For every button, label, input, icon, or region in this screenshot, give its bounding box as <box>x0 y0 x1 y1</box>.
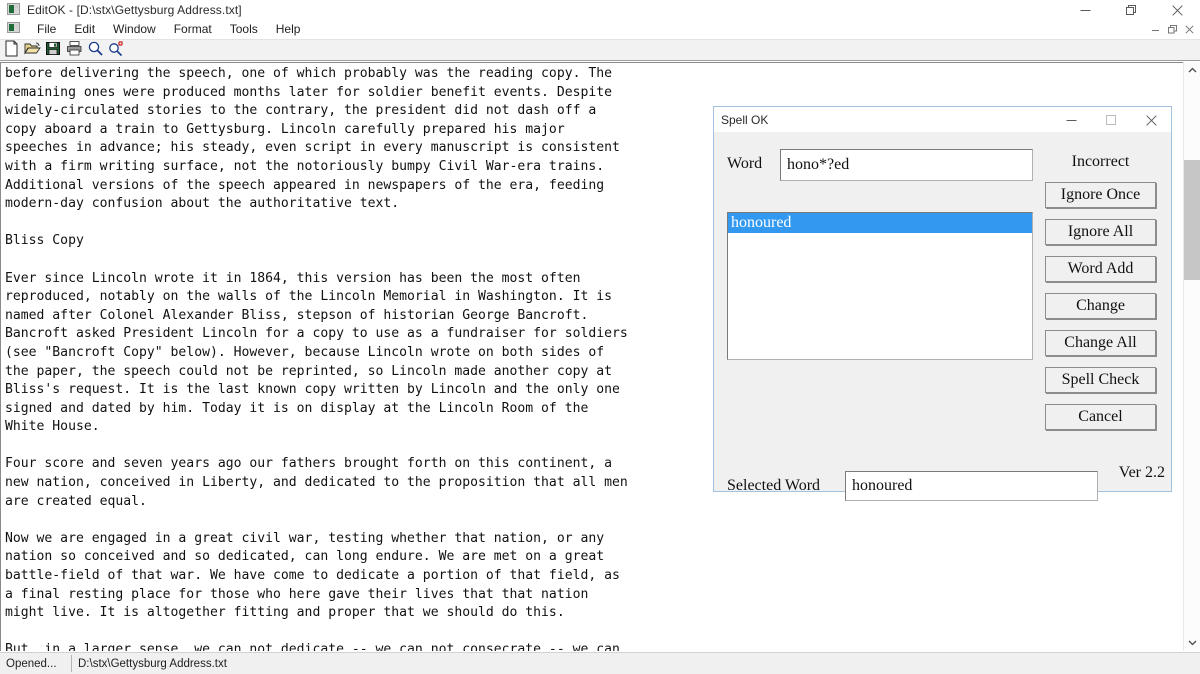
dialog-minimize-button[interactable] <box>1051 107 1091 133</box>
selected-word-input-value: honoured <box>852 477 913 494</box>
suggestions-listbox[interactable]: honoured <box>727 212 1033 360</box>
menu-bar: File Edit Window Format Tools Help <box>0 20 1200 38</box>
menu-item-help[interactable]: Help <box>267 21 310 38</box>
open-file-icon <box>24 40 41 60</box>
mdi-document-icon <box>7 22 20 36</box>
selected-word-label: Selected Word <box>727 477 821 494</box>
version-label: Ver 2.2 <box>1118 464 1165 481</box>
menu-item-format[interactable]: Format <box>165 21 221 38</box>
mdi-restore-button[interactable] <box>1164 21 1181 37</box>
dialog-window-controls <box>1051 107 1171 133</box>
new-file-button[interactable] <box>1 40 22 61</box>
find-replace-icon <box>108 40 125 60</box>
application-window: EditOK - [D:\stx\Gettysburg Address.txt] <box>0 0 1200 674</box>
vertical-scrollbar[interactable] <box>1183 62 1200 651</box>
word-add-button[interactable]: Word Add <box>1045 256 1156 282</box>
word-input-value: hono*?ed <box>787 156 850 173</box>
find-icon <box>87 40 104 60</box>
scroll-up-arrow-icon[interactable] <box>1184 62 1200 79</box>
word-label: Word <box>727 155 763 172</box>
ignore-all-button[interactable]: Ignore All <box>1045 219 1156 245</box>
dialog-restore-button[interactable] <box>1091 107 1131 133</box>
ignore-once-button[interactable]: Ignore Once <box>1045 182 1156 208</box>
dialog-title: Spell OK <box>721 112 769 127</box>
restore-button[interactable] <box>1108 0 1154 20</box>
new-file-icon <box>3 40 20 60</box>
print-button[interactable] <box>64 40 85 61</box>
find-replace-button[interactable] <box>106 40 127 61</box>
find-button[interactable] <box>85 40 106 61</box>
change-button[interactable]: Change <box>1045 293 1156 319</box>
close-button[interactable] <box>1154 0 1200 20</box>
print-icon <box>66 40 83 60</box>
status-filepath: D:\stx\Gettysburg Address.txt <box>78 657 227 670</box>
spell-status-label: Incorrect <box>1071 153 1130 170</box>
menu-item-tools[interactable]: Tools <box>221 21 267 38</box>
menu-item-file[interactable]: File <box>28 21 65 38</box>
word-input[interactable]: hono*?ed <box>780 149 1033 181</box>
document-text-before: before delivering the speech, one of whi… <box>5 66 628 651</box>
window-controls <box>1062 0 1200 20</box>
dialog-body: Word hono*?ed honoured Incorrect Ignore … <box>714 133 1171 501</box>
selected-word-input[interactable]: honoured <box>845 471 1098 501</box>
toolbar <box>0 39 1200 61</box>
title-bar: EditOK - [D:\stx\Gettysburg Address.txt] <box>0 0 1200 20</box>
status-message: Opened... <box>0 655 72 672</box>
menu-item-window[interactable]: Window <box>104 21 165 38</box>
app-document-icon <box>7 2 20 18</box>
minimize-button[interactable] <box>1062 0 1108 20</box>
mdi-minimize-button[interactable] <box>1147 21 1164 37</box>
save-file-icon <box>45 40 62 60</box>
mdi-close-button[interactable] <box>1181 21 1198 37</box>
dialog-title-bar: Spell OK <box>714 107 1171 133</box>
status-bar: Opened... D:\stx\Gettysburg Address.txt <box>0 652 1200 674</box>
spell-check-button[interactable]: Spell Check <box>1045 367 1156 393</box>
open-file-button[interactable] <box>22 40 43 61</box>
cancel-button[interactable]: Cancel <box>1045 404 1156 430</box>
mdi-child-controls <box>1147 21 1198 37</box>
dialog-close-button[interactable] <box>1131 107 1171 133</box>
scrollbar-thumb[interactable] <box>1184 160 1200 280</box>
scroll-down-arrow-icon[interactable] <box>1184 634 1200 651</box>
list-item[interactable]: honoured <box>728 213 1032 233</box>
save-file-button[interactable] <box>43 40 64 61</box>
spell-check-dialog: Spell OK Word hono*?ed honoured Incorrec… <box>713 106 1172 501</box>
menu-item-edit[interactable]: Edit <box>65 21 104 38</box>
change-all-button[interactable]: Change All <box>1045 330 1156 356</box>
window-title: EditOK - [D:\stx\Gettysburg Address.txt] <box>27 3 242 17</box>
